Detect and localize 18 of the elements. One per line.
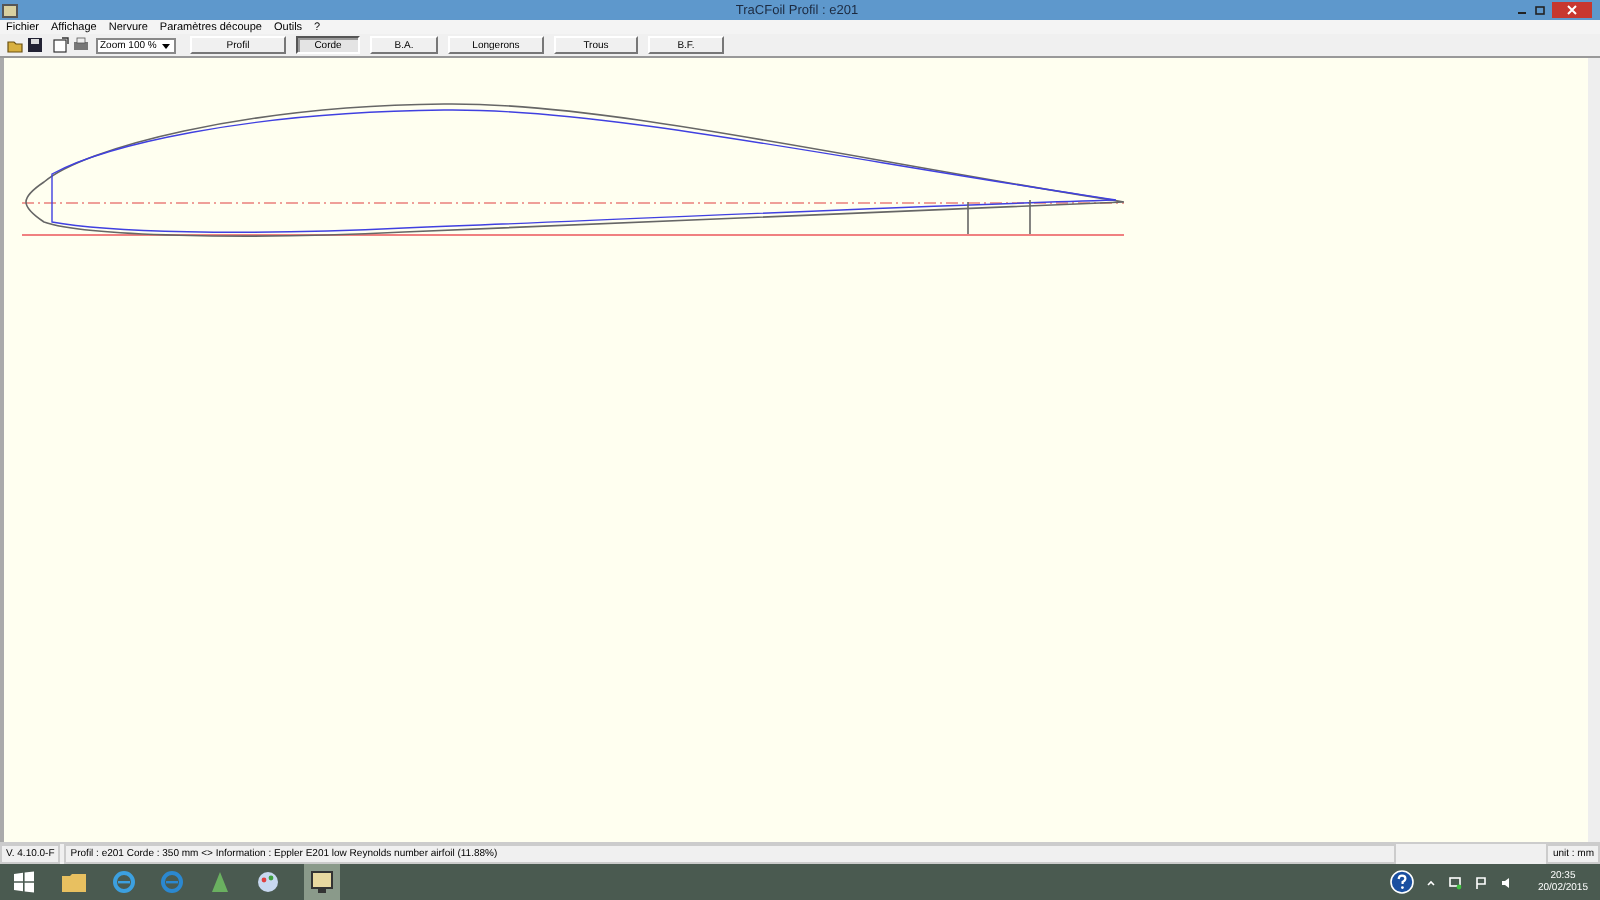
paint-icon[interactable]	[256, 870, 280, 894]
print-icon[interactable]	[72, 36, 90, 54]
speaker-icon[interactable]	[1499, 875, 1514, 889]
monitor-icon[interactable]	[304, 864, 340, 900]
restore-icon[interactable]	[1533, 4, 1546, 16]
folder-icon[interactable]	[60, 870, 88, 894]
chevron-up-icon[interactable]	[1425, 877, 1436, 887]
save-icon[interactable]	[26, 36, 44, 54]
windows-logo-icon[interactable]	[12, 870, 36, 894]
app-icon[interactable]	[208, 870, 232, 894]
close-icon[interactable]	[1551, 2, 1592, 18]
export-icon[interactable]	[52, 36, 70, 54]
caret-icon	[160, 39, 172, 51]
app-icon	[2, 3, 18, 17]
help-icon[interactable]	[1389, 870, 1414, 894]
network-icon[interactable]	[1447, 875, 1462, 889]
browser-icon[interactable]	[112, 870, 136, 894]
flag-icon[interactable]	[1473, 875, 1488, 889]
